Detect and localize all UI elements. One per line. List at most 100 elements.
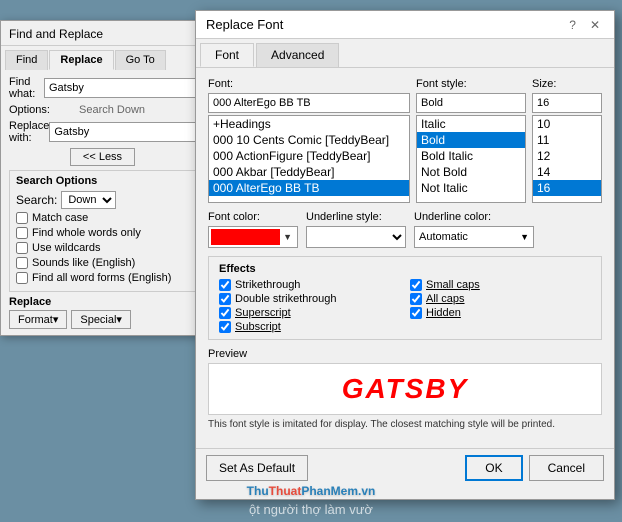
underline-style-col: Underline style:: [306, 211, 406, 248]
font-item-3[interactable]: 000 Akbar [TeddyBear]: [209, 164, 409, 180]
find-replace-title: Find and Replace: [9, 27, 103, 41]
style-column: Font style: Italic Bold Bold Italic Not …: [416, 78, 526, 203]
font-item-1[interactable]: 000 10 Cents Comic [TeddyBear]: [209, 132, 409, 148]
underline-style-select[interactable]: [307, 227, 405, 247]
style-input[interactable]: [416, 93, 526, 113]
tab-advanced[interactable]: Advanced: [256, 43, 339, 67]
hidden-label: Hidden: [426, 307, 461, 319]
size-item-3[interactable]: 14: [533, 164, 601, 180]
search-select[interactable]: Down Up All: [61, 191, 116, 209]
close-icon[interactable]: ✕: [586, 18, 604, 32]
font-item-4[interactable]: 000 AlterEgo BB TB: [209, 180, 409, 196]
find-row: Find what:: [9, 76, 196, 100]
replace-with-label: Replace with:: [9, 120, 49, 144]
match-case-row: Match case: [16, 212, 189, 224]
subscript-label: Subscript: [235, 321, 281, 333]
double-strikethrough-checkbox[interactable]: [219, 293, 231, 305]
rf-font-section: Font: +Headings 000 10 Cents Comic [Tedd…: [208, 78, 602, 203]
font-label: Font:: [208, 78, 410, 90]
bg-text: ột người thợ làm vườ: [0, 502, 622, 517]
size-item-0[interactable]: 10: [533, 116, 601, 132]
font-color-swatch: [211, 229, 280, 245]
underline-style-label: Underline style:: [306, 211, 406, 223]
replace-font-dialog: Replace Font ? ✕ Font Advanced Font: +He…: [195, 10, 615, 500]
effect-all-caps: All caps: [410, 293, 591, 305]
special-button[interactable]: Special▾: [71, 310, 131, 329]
cancel-button[interactable]: Cancel: [529, 455, 604, 481]
rf-preview-label: Preview: [208, 348, 602, 360]
tab-goto[interactable]: Go To: [115, 50, 166, 70]
wildcards-row: Use wildcards: [16, 242, 189, 254]
all-caps-checkbox[interactable]: [410, 293, 422, 305]
whole-words-checkbox[interactable]: [16, 227, 28, 239]
superscript-checkbox[interactable]: [219, 307, 231, 319]
small-caps-checkbox[interactable]: [410, 279, 422, 291]
font-item-0[interactable]: +Headings: [209, 116, 409, 132]
effect-superscript: Superscript: [219, 307, 400, 319]
subscript-checkbox[interactable]: [219, 321, 231, 333]
style-item-3[interactable]: Not Bold: [417, 164, 525, 180]
effect-hidden: Hidden: [410, 307, 591, 319]
font-color-col: Font color: ▼: [208, 211, 298, 248]
small-caps-label: Small caps: [426, 279, 480, 291]
font-input[interactable]: [208, 93, 410, 113]
find-input[interactable]: [44, 78, 196, 98]
rf-bottom-buttons: Set As Default OK Cancel: [196, 448, 614, 487]
match-case-label: Match case: [32, 212, 88, 224]
style-item-4[interactable]: Not Italic: [417, 180, 525, 196]
less-button-row: << Less: [9, 148, 196, 166]
find-replace-body: Find what: Options: Search Down Replace …: [1, 70, 204, 335]
find-label: Find what:: [9, 76, 44, 100]
size-item-1[interactable]: 11: [533, 132, 601, 148]
size-item-4[interactable]: 16: [533, 180, 601, 196]
rf-effects-title: Effects: [219, 263, 591, 275]
tab-replace[interactable]: Replace: [49, 50, 113, 70]
underline-color-arrow[interactable]: ▼: [520, 232, 529, 242]
set-default-button[interactable]: Set As Default: [206, 455, 308, 481]
size-input[interactable]: [532, 93, 602, 113]
search-row: Search: Down Up All: [16, 191, 189, 209]
whole-words-label: Find whole words only: [32, 227, 141, 239]
format-button[interactable]: Format▾: [9, 310, 67, 329]
effect-double-strikethrough: Double strikethrough: [219, 293, 400, 305]
size-item-2[interactable]: 12: [533, 148, 601, 164]
font-listbox[interactable]: +Headings 000 10 Cents Comic [TeddyBear]…: [208, 115, 410, 203]
rf-color-section: Font color: ▼ Underline style: Underline…: [208, 211, 602, 248]
less-button[interactable]: << Less: [70, 148, 135, 166]
find-replace-dialog: Find and Replace Find Replace Go To Find…: [0, 20, 205, 336]
wildcards-checkbox[interactable]: [16, 242, 28, 254]
replace-buttons: Format▾ Special▾: [9, 310, 196, 329]
size-label: Size:: [532, 78, 602, 90]
effect-strikethrough: Strikethrough: [219, 279, 400, 291]
sounds-like-checkbox[interactable]: [16, 257, 28, 269]
effect-subscript: Subscript: [219, 321, 400, 333]
replace-row: Replace with:: [9, 120, 196, 144]
strikethrough-checkbox[interactable]: [219, 279, 231, 291]
rf-effects-grid: Strikethrough Small caps Double striketh…: [219, 279, 591, 333]
rf-effects-section: Effects Strikethrough Small caps Double …: [208, 256, 602, 340]
search-label: Search:: [16, 193, 57, 207]
rf-preview-text: GATSBY: [342, 373, 469, 405]
tab-font[interactable]: Font: [200, 43, 254, 67]
find-replace-tabs: Find Replace Go To: [1, 46, 204, 70]
style-listbox[interactable]: Italic Bold Bold Italic Not Bold Not Ita…: [416, 115, 526, 203]
style-item-1[interactable]: Bold: [417, 132, 525, 148]
style-item-0[interactable]: Italic: [417, 116, 525, 132]
color-dropdown-arrow[interactable]: ▼: [280, 232, 295, 242]
sounds-like-label: Sounds like (English): [32, 257, 135, 269]
word-forms-checkbox[interactable]: [16, 272, 28, 284]
style-item-2[interactable]: Bold Italic: [417, 148, 525, 164]
size-listbox[interactable]: 10 11 12 14 16: [532, 115, 602, 203]
rf-title: Replace Font: [206, 17, 283, 32]
rf-preview-section: Preview GATSBY This font style is imitat…: [208, 348, 602, 430]
hidden-checkbox[interactable]: [410, 307, 422, 319]
ok-button[interactable]: OK: [465, 455, 522, 481]
font-color-picker[interactable]: ▼: [208, 226, 298, 248]
font-item-2[interactable]: 000 ActionFigure [TeddyBear]: [209, 148, 409, 164]
replace-input[interactable]: [49, 122, 201, 142]
match-case-checkbox[interactable]: [16, 212, 28, 224]
underline-color-value: Automatic: [419, 231, 520, 243]
effect-small-caps: Small caps: [410, 279, 591, 291]
tab-find[interactable]: Find: [5, 50, 48, 70]
help-icon[interactable]: ?: [565, 18, 580, 32]
